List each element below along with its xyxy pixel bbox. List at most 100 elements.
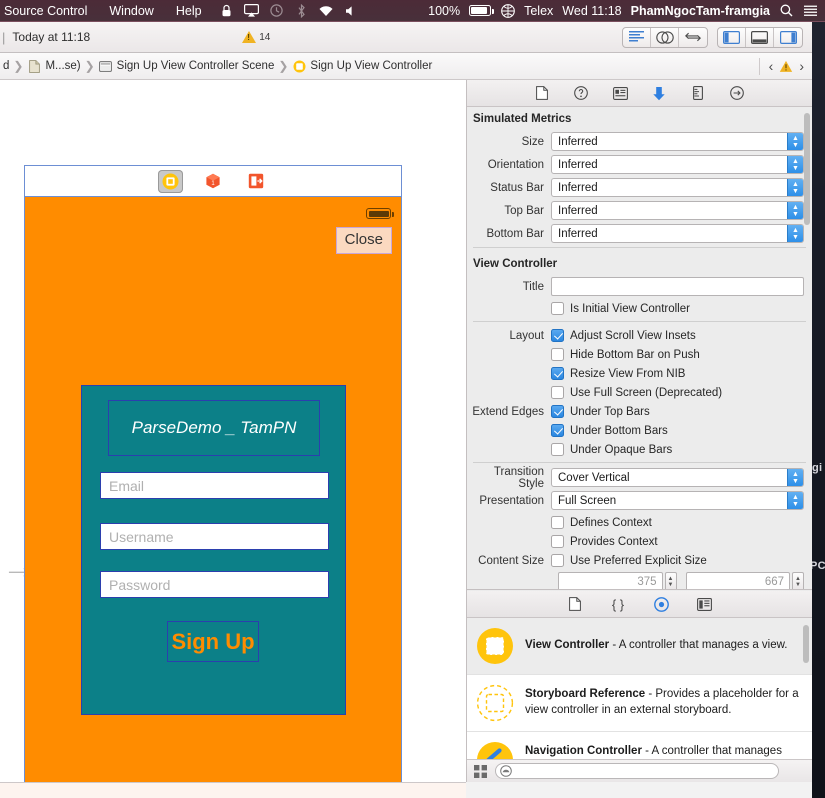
quick-help-icon[interactable] (573, 85, 590, 102)
vc-row-hide-bottom-bar[interactable]: Hide Bottom Bar on Push (467, 345, 812, 364)
size-inspector-icon[interactable] (690, 85, 707, 102)
username-field[interactable]: Username (100, 523, 329, 550)
use-preferred-explicit-size-checkbox[interactable] (551, 554, 564, 567)
hide-bottom-bar-checkbox[interactable] (551, 348, 564, 361)
is-initial-checkbox[interactable] (551, 302, 564, 315)
height-stepper[interactable]: ▲ ▼ (792, 572, 804, 589)
timemachine-icon[interactable] (269, 3, 284, 18)
signup-form-panel[interactable]: ParseDemo _ TamPN Email Username Passwor… (81, 385, 346, 715)
chevron-updown-icon[interactable]: ▲ ▼ (787, 225, 803, 242)
under-top-bars-checkbox[interactable] (551, 405, 564, 418)
vc-row-full-screen[interactable]: Use Full Screen (Deprecated) (467, 383, 812, 402)
wifi-icon[interactable] (319, 3, 334, 18)
width-input[interactable]: 375 (558, 572, 663, 589)
grid-view-icon[interactable] (474, 764, 487, 778)
vc-row-adjust-scroll[interactable]: Layout Adjust Scroll View Insets (467, 326, 812, 345)
connections-inspector-icon[interactable] (729, 85, 746, 102)
vc-row-is-initial[interactable]: Is Initial View Controller (467, 299, 812, 318)
input-source-icon[interactable] (500, 3, 515, 18)
assistant-editor-icon[interactable] (651, 27, 679, 47)
storyboard-canvas[interactable]: → 1 Close ParseDemo _ TamPN Email Userna… (0, 80, 466, 782)
file-inspector-icon[interactable] (534, 85, 551, 102)
title-input[interactable] (551, 277, 804, 296)
attributes-inspector-icon[interactable] (651, 85, 668, 102)
breadcrumb-file[interactable]: M...se) (24, 59, 83, 73)
signup-button[interactable]: Sign Up (167, 621, 259, 662)
vc-row-presentation[interactable]: Presentation Full Screen ▲ ▼ (467, 490, 812, 511)
vc-row-resize-view[interactable]: Resize View From NIB (467, 364, 812, 383)
width-stepper[interactable]: ▲ ▼ (664, 572, 677, 589)
attributes-inspector-body[interactable]: Simulated Metrics Size Inferred ▲ ▼ Orien… (467, 107, 812, 590)
vc-row-provides-context[interactable]: Provides Context (467, 532, 812, 551)
user-account-label[interactable]: PhamNgocTam-framgia (631, 4, 770, 18)
orientation-popup[interactable]: Inferred ▲ ▼ (551, 155, 804, 174)
password-field[interactable]: Password (100, 571, 329, 598)
top-bar-popup[interactable]: Inferred ▲ ▼ (551, 201, 804, 220)
debug-toggle-icon[interactable] (746, 27, 774, 47)
height-input[interactable]: 667 (685, 572, 790, 589)
exit-icon[interactable] (244, 170, 269, 193)
next-issue-button[interactable]: › (799, 58, 804, 74)
close-button[interactable]: Close (335, 227, 392, 254)
metrics-row-status-bar[interactable]: Status Bar Inferred ▲ ▼ (467, 177, 812, 198)
under-opaque-bars-checkbox[interactable] (551, 443, 564, 456)
bottom-bar-popup[interactable]: Inferred ▲ ▼ (551, 224, 804, 243)
identity-inspector-icon[interactable] (612, 85, 629, 102)
transition-style-popup[interactable]: Cover Vertical ▲ ▼ (551, 468, 804, 487)
use-full-screen-checkbox[interactable] (551, 386, 564, 399)
chevron-updown-icon[interactable]: ▲ ▼ (787, 492, 803, 509)
airplay-icon[interactable] (243, 3, 259, 18)
menu-source-control[interactable]: Source Control (0, 0, 98, 22)
defines-context-checkbox[interactable] (551, 516, 564, 529)
presentation-popup[interactable]: Full Screen ▲ ▼ (551, 491, 804, 510)
under-bottom-bars-checkbox[interactable] (551, 424, 564, 437)
vc-row-under-bottom-bars[interactable]: Under Bottom Bars (467, 421, 812, 440)
list-item[interactable]: View Controller - A controller that mana… (467, 618, 812, 675)
chevron-updown-icon[interactable]: ▲ ▼ (787, 133, 803, 150)
chevron-updown-icon[interactable]: ▲ ▼ (787, 469, 803, 486)
chevron-updown-icon[interactable]: ▲ ▼ (787, 202, 803, 219)
adjust-scroll-view-insets-checkbox[interactable] (551, 329, 564, 342)
list-item[interactable]: Navigation Controller - A controller tha… (467, 732, 812, 759)
object-library-icon[interactable] (653, 596, 670, 613)
status-bar-popup[interactable]: Inferred ▲ ▼ (551, 178, 804, 197)
chevron-updown-icon[interactable]: ▲ ▼ (787, 179, 803, 196)
library-scrollbar[interactable] (803, 625, 809, 663)
utilities-toggle-icon[interactable] (774, 28, 802, 47)
chevron-updown-icon[interactable]: ▲ ▼ (787, 156, 803, 173)
standard-editor-icon[interactable] (623, 27, 651, 47)
previous-issue-button[interactable]: ‹ (769, 58, 774, 74)
vc-row-title[interactable]: Title (467, 276, 812, 297)
bluetooth-icon[interactable] (294, 3, 309, 18)
metrics-row-size[interactable]: Size Inferred ▲ ▼ (467, 131, 812, 152)
media-library-icon[interactable] (696, 596, 713, 613)
vc-row-transition-style[interactable]: Transition Style Cover Vertical ▲ ▼ (467, 466, 812, 490)
inspector-scrollbar[interactable] (804, 113, 810, 225)
spotlight-search-icon[interactable] (779, 3, 794, 18)
view-controller-scene[interactable]: 1 Close ParseDemo _ TamPN Email Username… (24, 165, 402, 782)
metrics-row-orientation[interactable]: Orientation Inferred ▲ ▼ (467, 154, 812, 175)
object-library-list[interactable]: View Controller - A controller that mana… (467, 618, 812, 759)
device-view[interactable]: Close ParseDemo _ TamPN Email Username P… (25, 197, 401, 782)
vc-row-defines-context[interactable]: Defines Context (467, 513, 812, 532)
warning-indicator[interactable]: 14 (242, 31, 270, 43)
vc-row-under-opaque-bars[interactable]: Under Opaque Bars (467, 440, 812, 459)
metrics-row-top-bar[interactable]: Top Bar Inferred ▲ ▼ (467, 200, 812, 221)
battery-icon[interactable] (469, 5, 494, 16)
view-controller-icon[interactable] (157, 169, 183, 193)
breadcrumb-scene[interactable]: Sign Up View Controller Scene (96, 59, 278, 73)
provides-context-checkbox[interactable] (551, 535, 564, 548)
vc-row-content-size[interactable]: Content Size Use Preferred Explicit Size (467, 551, 812, 570)
first-responder-icon[interactable]: 1 (201, 170, 226, 193)
vc-row-under-top-bars[interactable]: Extend Edges Under Top Bars (467, 402, 812, 421)
navigator-toggle-icon[interactable] (718, 27, 746, 47)
metrics-row-bottom-bar[interactable]: Bottom Bar Inferred ▲ ▼ (467, 223, 812, 244)
breadcrumb-project[interactable]: d (0, 60, 12, 72)
breadcrumb-view-controller[interactable]: Sign Up View Controller (289, 59, 435, 73)
library-filter-field[interactable] (495, 763, 779, 779)
list-item[interactable]: Storyboard Reference - Provides a placeh… (467, 675, 812, 732)
size-popup[interactable]: Inferred ▲ ▼ (551, 132, 804, 151)
clock-label[interactable]: Wed 11:18 (562, 4, 621, 18)
volume-icon[interactable] (344, 3, 359, 18)
notification-center-icon[interactable] (803, 3, 818, 18)
